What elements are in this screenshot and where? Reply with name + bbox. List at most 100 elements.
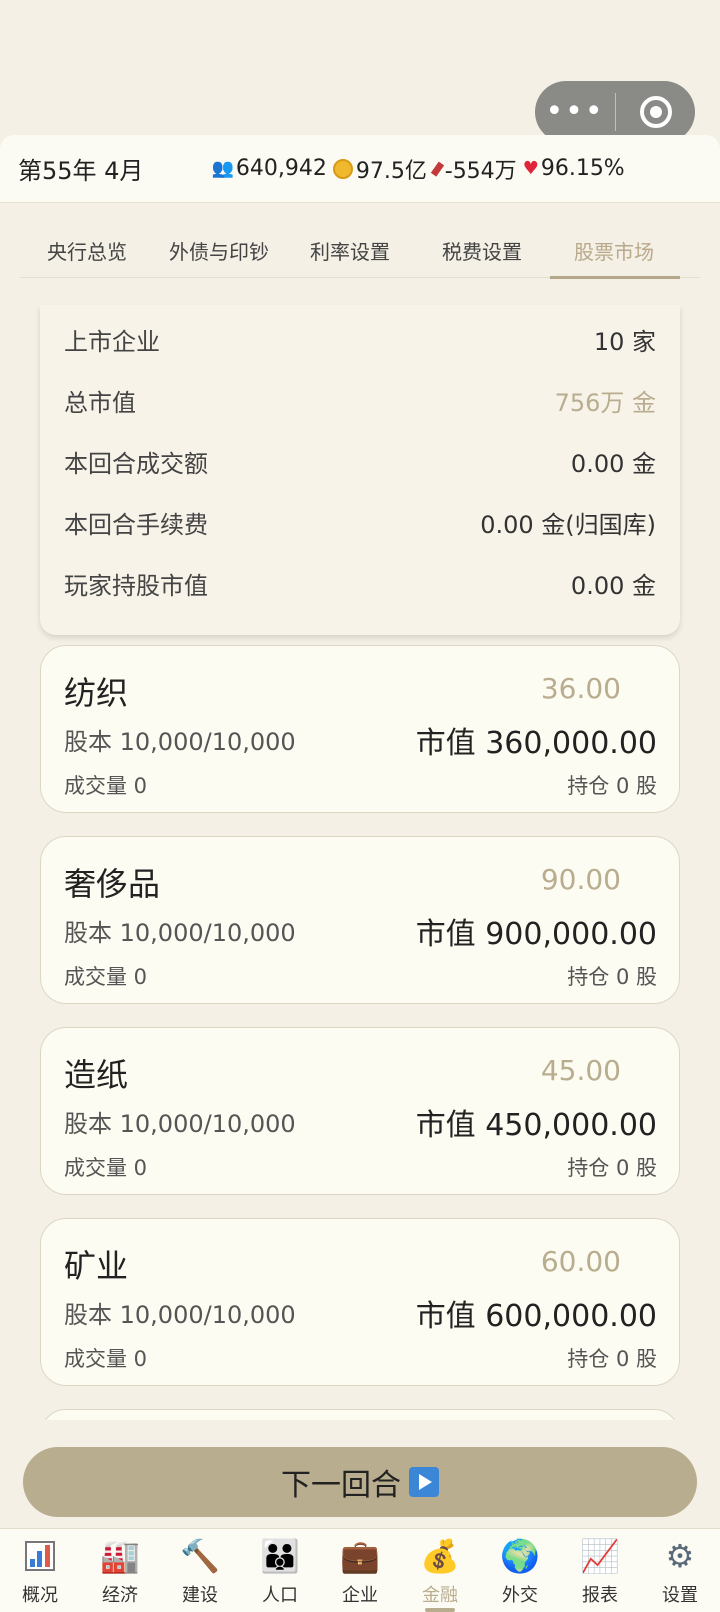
stock-name: 矿业 [64, 1247, 129, 1285]
factory-icon: 🏭 [100, 1537, 140, 1575]
summary-value: 0.00 金(归国库) [480, 511, 656, 539]
tab-central-bank[interactable]: 央行总览 [20, 228, 154, 277]
stock-card-mining[interactable]: 矿业 60.00 股本 10,000/10,000 市值 600,000.00 … [40, 1218, 680, 1386]
stock-name: 奢侈品 [64, 865, 161, 903]
game-date: 第55年 4月 [18, 157, 144, 185]
treasury-stat: 97.5亿 [332, 153, 427, 185]
stock-shares: 股本 10,000/10,000 [64, 919, 296, 947]
summary-row-turnover: 本回合成交额 0.00 金 [64, 431, 656, 492]
play-icon [409, 1467, 439, 1497]
nav-label: 概况 [22, 1585, 58, 1606]
summary-row-market-cap: 总市值 756万 金 [64, 370, 656, 431]
stock-shares: 股本 10,000/10,000 [64, 1301, 296, 1329]
nav-enterprise[interactable]: 💼 企业 [320, 1529, 400, 1612]
summary-label: 上市企业 [64, 328, 160, 356]
stock-market-cap: 市值 900,000.00 [415, 917, 657, 952]
stock-list: 纺织 36.00 股本 10,000/10,000 市值 360,000.00 … [40, 645, 680, 1420]
stock-volume: 成交量 0 [64, 1347, 148, 1371]
summary-label: 玩家持股市值 [64, 572, 208, 600]
next-turn-button[interactable]: 下一回合 [23, 1447, 697, 1517]
report-icon: 📈 [580, 1537, 620, 1575]
stock-holding: 持仓 0 股 [567, 774, 657, 798]
market-summary-panel: 上市企业 10 家 总市值 756万 金 本回合成交额 0.00 金 本回合手续… [40, 305, 680, 635]
tab-interest-rate[interactable]: 利率设置 [284, 228, 416, 277]
money-bag-icon: 💰 [420, 1537, 460, 1575]
stock-shares: 股本 10,000/10,000 [64, 728, 296, 756]
gear-icon: ⚙ [665, 1537, 695, 1575]
summary-value: 10 家 [593, 328, 656, 356]
summary-row-fees: 本回合手续费 0.00 金(归国库) [64, 492, 656, 553]
stock-volume: 成交量 0 [64, 1156, 148, 1180]
stock-holding: 持仓 0 股 [567, 965, 657, 989]
deficit-value: -554万 [444, 158, 517, 184]
briefcase-icon: 💼 [340, 1537, 380, 1575]
nav-settings[interactable]: ⚙ 设置 [640, 1529, 720, 1612]
approval-value: 96.15% [540, 156, 625, 181]
nav-label: 企业 [342, 1585, 378, 1606]
nav-overview[interactable]: 概况 [0, 1529, 80, 1612]
target-icon [639, 96, 672, 128]
summary-value: 0.00 金 [570, 450, 656, 478]
stock-price: 60.00 [540, 1245, 621, 1278]
stock-holding: 持仓 0 股 [567, 1156, 657, 1180]
stock-shares: 股本 10,000/10,000 [64, 1110, 296, 1138]
nav-label: 金融 [422, 1585, 458, 1606]
globe-icon: 🌍 [500, 1537, 540, 1575]
stock-market-cap: 市值 600,000.00 [415, 1299, 657, 1334]
close-mini-program-button[interactable] [616, 96, 695, 128]
treasury-value: 97.5亿 [355, 158, 427, 184]
nav-label: 经济 [102, 1585, 138, 1606]
nav-diplomacy[interactable]: 🌍 外交 [480, 1529, 560, 1612]
more-menu-button[interactable]: ••• [535, 81, 615, 143]
stock-price: 45.00 [540, 1054, 621, 1087]
game-status-bar: 第55年 4月 👥 640,942 97.5亿 ▮ -554万 ♥ 96.15% [0, 135, 720, 203]
hammer-icon: 🔨 [180, 1537, 220, 1575]
summary-value: 0.00 金 [570, 572, 656, 600]
nav-population[interactable]: 👪 人口 [240, 1529, 320, 1612]
summary-label: 总市值 [64, 389, 136, 417]
stock-volume: 成交量 0 [64, 774, 148, 798]
stock-price: 90.00 [540, 863, 621, 896]
chart-icon [25, 1535, 55, 1577]
summary-label: 本回合成交额 [64, 450, 208, 478]
stock-volume: 成交量 0 [64, 965, 148, 989]
approval-stat: ♥ 96.15% [523, 156, 625, 181]
stock-market-cap: 市值 360,000.00 [415, 726, 657, 761]
tab-stock-market[interactable]: 股票市场 [548, 228, 680, 279]
population-value: 640,942 [235, 156, 327, 181]
population-stat: 👥 640,942 [211, 156, 326, 181]
nav-construction[interactable]: 🔨 建设 [160, 1529, 240, 1612]
mini-program-capsule: ••• [535, 81, 695, 143]
family-icon: 👪 [260, 1537, 300, 1575]
nav-economy[interactable]: 🏭 经济 [80, 1529, 160, 1612]
stock-price: 36.00 [540, 672, 621, 705]
stock-name: 造纸 [64, 1056, 129, 1094]
tab-debt-printing[interactable]: 外债与印钞 [154, 228, 284, 277]
next-turn-label: 下一回合 [281, 1468, 401, 1503]
nav-label: 外交 [502, 1585, 538, 1606]
stock-card-luxury[interactable]: 奢侈品 90.00 股本 10,000/10,000 市值 900,000.00… [40, 836, 680, 1004]
summary-row-player-holdings: 玩家持股市值 0.00 金 [64, 553, 656, 614]
tab-tax-settings[interactable]: 税费设置 [416, 228, 548, 277]
stock-market-cap: 市值 450,000.00 [415, 1108, 657, 1143]
finance-tabs: 央行总览 外债与印钞 利率设置 税费设置 股票市场 [20, 228, 700, 279]
summary-row-listed: 上市企业 10 家 [64, 309, 656, 370]
bottom-navigation: 概况 🏭 经济 🔨 建设 👪 人口 💼 企业 💰 金融 🌍 外交 📈 报表 ⚙ … [0, 1528, 720, 1612]
heart-icon: ♥ [522, 158, 539, 179]
coin-icon [332, 158, 353, 179]
summary-label: 本回合手续费 [64, 511, 208, 539]
stock-card-partial[interactable] [40, 1409, 680, 1420]
nav-label: 报表 [582, 1585, 618, 1606]
nav-finance[interactable]: 💰 金融 [400, 1529, 480, 1612]
stock-name: 纺织 [64, 674, 129, 712]
nav-reports[interactable]: 📈 报表 [560, 1529, 640, 1612]
stock-card-paper[interactable]: 造纸 45.00 股本 10,000/10,000 市值 450,000.00 … [40, 1027, 680, 1195]
deficit-stat: ▮ -554万 [428, 153, 517, 185]
nav-label: 人口 [262, 1585, 298, 1606]
summary-value: 756万 金 [554, 389, 656, 417]
population-icon: 👥 [211, 158, 234, 179]
nav-label: 建设 [182, 1585, 218, 1606]
nav-label: 设置 [662, 1585, 698, 1606]
stock-holding: 持仓 0 股 [567, 1347, 657, 1371]
stock-card-textile[interactable]: 纺织 36.00 股本 10,000/10,000 市值 360,000.00 … [40, 645, 680, 813]
